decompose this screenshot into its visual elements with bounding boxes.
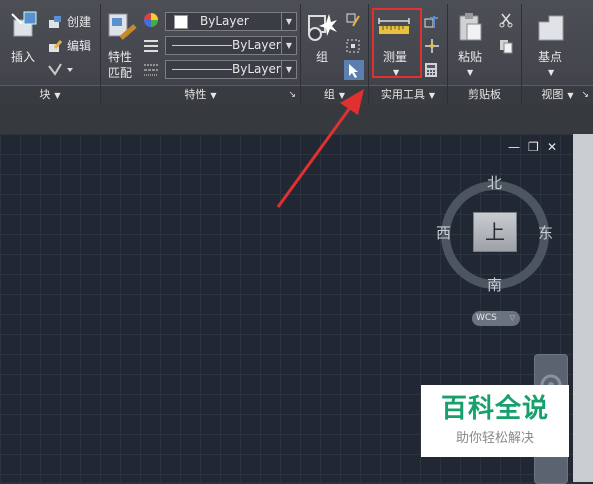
point-id-icon[interactable] — [424, 38, 440, 54]
chevron-down-icon[interactable]: ▼ — [281, 61, 296, 78]
viewport-close-button[interactable]: ✕ — [547, 140, 557, 154]
color-swatch — [174, 15, 188, 29]
block-attribute-icon[interactable] — [47, 62, 75, 78]
viewcube-top-face[interactable]: 上 — [473, 212, 517, 252]
quick-select-icon[interactable] — [424, 14, 440, 30]
block-panel-label: 块 — [39, 88, 51, 101]
watermark: 百科全说 助你轻松解决 — [421, 385, 569, 457]
match-properties-label-2[interactable]: 匹配 — [108, 66, 132, 80]
paste-label[interactable]: 粘贴 — [458, 50, 482, 64]
linetype-combo[interactable]: ByLayer ▼ — [165, 36, 297, 55]
copy-icon[interactable] — [498, 38, 514, 54]
lineweight-value: ByLayer — [232, 62, 281, 76]
clipboard-panel-bar: 剪贴板 — [448, 85, 521, 104]
viewport-restore-button[interactable]: ❐ — [528, 140, 539, 154]
panel-launcher-icon[interactable]: ↘ — [581, 86, 589, 104]
lineweight-combo[interactable]: ByLayer ▼ — [165, 60, 297, 79]
match-properties-icon[interactable] — [107, 12, 137, 44]
group-icon[interactable] — [307, 12, 339, 44]
cut-icon[interactable] — [498, 12, 514, 28]
view-panel-bar[interactable]: 视图 ▼ ↘ — [522, 85, 593, 104]
edit-block-icon[interactable] — [47, 38, 63, 54]
block-panel-bar[interactable]: 块 ▼ — [0, 85, 100, 104]
match-properties-label-1[interactable]: 特性 — [108, 50, 132, 64]
chevron-down-icon[interactable]: ▼ — [281, 37, 296, 54]
linetype-preview — [172, 45, 232, 46]
group-edit-icon[interactable] — [345, 38, 361, 54]
chevron-down-icon: ▽ — [509, 314, 515, 322]
wcs-button[interactable]: WCS ▽ — [472, 311, 520, 326]
compass-south[interactable]: 南 — [487, 277, 502, 293]
color-wheel-icon[interactable] — [143, 12, 159, 28]
base-point-label[interactable]: 基点 — [538, 50, 562, 64]
compass-west[interactable]: 西 — [436, 225, 451, 241]
color-combo[interactable]: ByLayer ▼ — [165, 12, 297, 31]
linetype-value: ByLayer — [232, 38, 281, 52]
color-value: ByLayer — [200, 14, 249, 28]
wcs-label: WCS — [476, 313, 497, 323]
lineweight-icon[interactable] — [143, 62, 159, 78]
calculator-icon[interactable] — [424, 62, 438, 78]
view-panel-label: 视图 — [541, 88, 564, 101]
group-select-icon[interactable] — [344, 60, 364, 80]
utilities-panel-label: 实用工具 — [380, 88, 425, 101]
watermark-title: 百科全说 — [440, 394, 549, 424]
clipboard-panel-label: 剪贴板 — [468, 88, 501, 101]
measure-highlight-box — [372, 8, 422, 78]
viewport-minimize-button[interactable]: — — [508, 140, 520, 154]
create-block-label[interactable]: 创建 — [67, 15, 91, 29]
group-label[interactable]: 组 — [316, 50, 328, 64]
lineweight-preview — [172, 69, 232, 70]
create-block-icon[interactable] — [47, 14, 63, 30]
right-scroll-strip[interactable] — [573, 134, 593, 482]
base-point-icon[interactable] — [537, 14, 565, 42]
compass-east[interactable]: 东 — [538, 225, 553, 241]
watermark-subtitle: 助你轻松解决 — [455, 431, 534, 446]
linetype-icon[interactable] — [143, 38, 159, 54]
chevron-down-icon[interactable]: ▼ — [281, 13, 296, 30]
paste-icon[interactable] — [457, 12, 485, 44]
utilities-panel-bar[interactable]: 实用工具 ▼ — [369, 85, 447, 104]
edit-block-label[interactable]: 编辑 — [67, 39, 91, 53]
paste-dropdown-icon[interactable]: ▼ — [467, 66, 473, 80]
base-point-dropdown-icon[interactable]: ▼ — [548, 66, 554, 80]
compass-north[interactable]: 北 — [487, 175, 502, 191]
annotation-arrow — [276, 89, 364, 208]
properties-panel-label: 特性 — [184, 88, 207, 101]
insert-label[interactable]: 插入 — [11, 50, 35, 64]
insert-icon[interactable] — [8, 8, 42, 42]
ungroup-icon[interactable] — [345, 12, 361, 28]
